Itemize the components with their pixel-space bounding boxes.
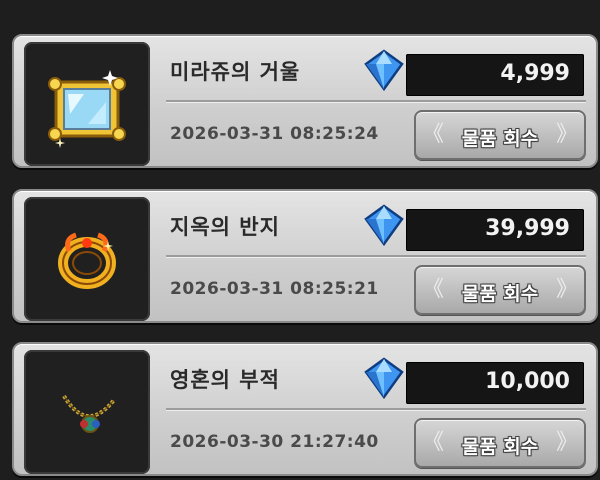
divider: [166, 255, 586, 258]
item-name: 지옥의 반지: [170, 215, 280, 239]
retrieve-item-button[interactable]: 《 물품 회수 》: [414, 110, 586, 160]
divider: [166, 408, 586, 411]
list-item: 지옥의 반지 39,999 2026-03-31 08:25:21 《 물품 회…: [12, 189, 598, 323]
chevron-right-icon: 》: [555, 122, 578, 147]
blue-diamond-icon: [364, 357, 404, 400]
item-price: 4,999: [500, 61, 570, 86]
blue-diamond-icon: [364, 204, 404, 247]
chevron-right-icon: 》: [555, 430, 578, 455]
golden-mirror-icon: [48, 70, 126, 148]
list-item: 영혼의 부적 10,000 2026-03-30 21:27:40 《 물품 회…: [12, 342, 598, 476]
item-name: 영혼의 부적: [170, 368, 280, 392]
item-date: 2026-03-31 08:25:21: [170, 279, 379, 299]
retrieve-item-button[interactable]: 《 물품 회수 》: [414, 265, 586, 315]
chevron-right-icon: 》: [555, 277, 578, 302]
list-item: 미라쥬의 거울 4,999 2026-03-31 08:25:24 《 물품 회…: [12, 34, 598, 168]
item-thumbnail: [24, 42, 150, 166]
item-price: 39,999: [485, 216, 570, 241]
item-list: 미라쥬의 거울 4,999 2026-03-31 08:25:24 《 물품 회…: [0, 0, 600, 480]
item-thumbnail: [24, 350, 150, 474]
item-name: 미라쥬의 거울: [170, 60, 301, 84]
golden-ring-icon: [58, 232, 116, 289]
retrieve-item-button[interactable]: 《 물품 회수 》: [414, 418, 586, 468]
divider: [166, 100, 586, 103]
item-thumbnail: [24, 197, 150, 321]
item-date: 2026-03-30 21:27:40: [170, 432, 379, 452]
price-box: 39,999: [406, 209, 584, 251]
item-date: 2026-03-31 08:25:24: [170, 124, 379, 144]
item-price: 10,000: [485, 369, 570, 394]
price-box: 10,000: [406, 362, 584, 404]
price-box: 4,999: [406, 54, 584, 96]
blue-diamond-icon: [364, 49, 404, 92]
amulet-necklace-icon: [62, 394, 116, 433]
